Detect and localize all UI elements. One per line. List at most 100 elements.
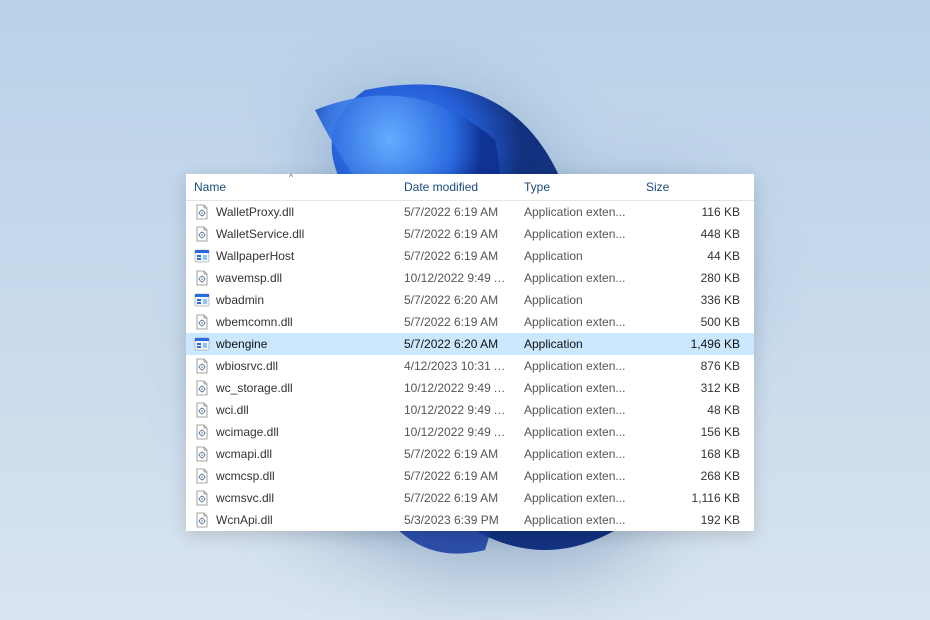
file-name-label: wbengine [216, 335, 267, 353]
file-name-label: wbemcomn.dll [216, 313, 293, 331]
file-type: Application exten... [516, 312, 638, 332]
file-name-cell: wbadmin [186, 290, 396, 310]
file-size: 168 KB [638, 444, 754, 464]
file-size: 116 KB [638, 202, 754, 222]
file-size: 500 KB [638, 312, 754, 332]
file-row[interactable]: wcmsvc.dll5/7/2022 6:19 AMApplication ex… [186, 487, 754, 509]
file-type: Application [516, 246, 638, 266]
column-header-name[interactable]: Name ^ [186, 178, 396, 196]
file-date-modified: 5/7/2022 6:19 AM [396, 202, 516, 222]
file-type: Application exten... [516, 510, 638, 530]
file-date-modified: 5/7/2022 6:19 AM [396, 444, 516, 464]
file-size: 1,116 KB [638, 488, 754, 508]
column-header-size-label: Size [646, 180, 669, 194]
file-type: Application exten... [516, 400, 638, 420]
dll-file-icon [194, 402, 210, 418]
application-icon [194, 292, 210, 308]
file-size: 192 KB [638, 510, 754, 530]
dll-file-icon [194, 314, 210, 330]
file-type: Application [516, 290, 638, 310]
file-list[interactable]: WalletProxy.dll5/7/2022 6:19 AMApplicati… [186, 201, 754, 531]
file-name-label: wbiosrvc.dll [216, 357, 278, 375]
file-name-label: wcmcsp.dll [216, 467, 275, 485]
dll-file-icon [194, 226, 210, 242]
file-date-modified: 10/12/2022 9:49 AM [396, 378, 516, 398]
file-row[interactable]: wcmcsp.dll 5/7/2022 6:19 AMApplication ex… [186, 465, 754, 487]
column-header-size[interactable]: Size [638, 178, 754, 196]
file-row[interactable]: wci.dll10/12/2022 9:49 AMApplication ext… [186, 399, 754, 421]
file-row[interactable]: wbengine 5/7/2022 6:20 AMApplication1,496… [186, 333, 754, 355]
file-row[interactable]: WallpaperHost5/7/2022 6:19 AMApplication… [186, 245, 754, 267]
file-date-modified: 4/12/2023 10:31 AM [396, 356, 516, 376]
file-date-modified: 5/7/2022 6:19 AM [396, 224, 516, 244]
file-name-cell: wbiosrvc.dll [186, 356, 396, 376]
file-name-cell: wc_storage.dll [186, 378, 396, 398]
dll-file-icon [194, 446, 210, 462]
file-size: 448 KB [638, 224, 754, 244]
file-name-label: wc_storage.dll [216, 379, 293, 397]
file-row[interactable]: wcmapi.dll5/7/2022 6:19 AMApplication ex… [186, 443, 754, 465]
file-name-label: wci.dll [216, 401, 249, 419]
file-name-cell: WallpaperHost [186, 246, 396, 266]
file-size: 1,496 KB [638, 334, 754, 354]
file-row[interactable]: wbadmin 5/7/2022 6:20 AMApplication336 KB [186, 289, 754, 311]
file-name-label: WcnApi.dll [216, 511, 273, 529]
file-name-label: wcmsvc.dll [216, 489, 274, 507]
file-size: 336 KB [638, 290, 754, 310]
file-size: 876 KB [638, 356, 754, 376]
file-date-modified: 5/7/2022 6:19 AM [396, 246, 516, 266]
file-name-cell: wbengine [186, 334, 396, 354]
file-type: Application exten... [516, 378, 638, 398]
file-name-label: wavemsp.dll [216, 269, 282, 287]
file-date-modified: 5/7/2022 6:19 AM [396, 488, 516, 508]
file-type: Application exten... [516, 466, 638, 486]
file-size: 268 KB [638, 466, 754, 486]
file-date-modified: 5/3/2023 6:39 PM [396, 510, 516, 530]
file-name-label: WalletProxy.dll [216, 203, 294, 221]
file-name-label: wbadmin [216, 291, 264, 309]
file-date-modified: 5/7/2022 6:20 AM [396, 290, 516, 310]
dll-file-icon [194, 468, 210, 484]
file-type: Application [516, 334, 638, 354]
dll-file-icon [194, 424, 210, 440]
application-icon [194, 248, 210, 264]
dll-file-icon [194, 358, 210, 374]
file-row[interactable]: WcnApi.dll 5/3/2023 6:39 PMApplication ex… [186, 509, 754, 531]
dll-file-icon [194, 380, 210, 396]
file-name-cell: wcimage.dll [186, 422, 396, 442]
file-name-cell: wcmcsp.dll [186, 466, 396, 486]
file-row[interactable]: wc_storage.dll 10/12/2022 9:49 AMApplicat… [186, 377, 754, 399]
file-row[interactable]: WalletService.dll5/7/2022 6:19 AMApplica… [186, 223, 754, 245]
file-name-cell: WcnApi.dll [186, 510, 396, 530]
file-type: Application exten... [516, 202, 638, 222]
file-type: Application exten... [516, 224, 638, 244]
file-name-cell: wavemsp.dll [186, 268, 396, 288]
column-header-date-label: Date modified [404, 180, 478, 194]
file-explorer-pane: Name ^ Date modified Type Size WalletPro… [186, 174, 754, 531]
file-date-modified: 10/12/2022 9:49 AM [396, 422, 516, 442]
file-date-modified: 5/7/2022 6:19 AM [396, 312, 516, 332]
file-date-modified: 5/7/2022 6:19 AM [396, 466, 516, 486]
file-name-cell: WalletService.dll [186, 224, 396, 244]
dll-file-icon [194, 270, 210, 286]
file-size: 312 KB [638, 378, 754, 398]
file-name-label: wcimage.dll [216, 423, 279, 441]
file-date-modified: 10/12/2022 9:49 AM [396, 268, 516, 288]
file-name-cell: wci.dll [186, 400, 396, 420]
column-header-type[interactable]: Type [516, 178, 638, 196]
file-date-modified: 5/7/2022 6:20 AM [396, 334, 516, 354]
file-row[interactable]: wbemcomn.dll 5/7/2022 6:19 AMApplication … [186, 311, 754, 333]
file-name-cell: wcmapi.dll [186, 444, 396, 464]
column-header-date-modified[interactable]: Date modified [396, 178, 516, 196]
column-headers: Name ^ Date modified Type Size [186, 174, 754, 201]
sort-ascending-icon: ^ [289, 172, 293, 182]
file-row[interactable]: wbiosrvc.dll 4/12/2023 10:31 AMApplicatio… [186, 355, 754, 377]
file-row[interactable]: wcimage.dll 10/12/2022 9:49 AMApplication… [186, 421, 754, 443]
column-header-name-label: Name [194, 180, 226, 194]
file-type: Application exten... [516, 356, 638, 376]
file-type: Application exten... [516, 422, 638, 442]
file-row[interactable]: wavemsp.dll10/12/2022 9:49 AMApplication… [186, 267, 754, 289]
file-row[interactable]: WalletProxy.dll 5/7/2022 6:19 AMApplicati… [186, 201, 754, 223]
column-header-type-label: Type [524, 180, 550, 194]
file-size: 156 KB [638, 422, 754, 442]
